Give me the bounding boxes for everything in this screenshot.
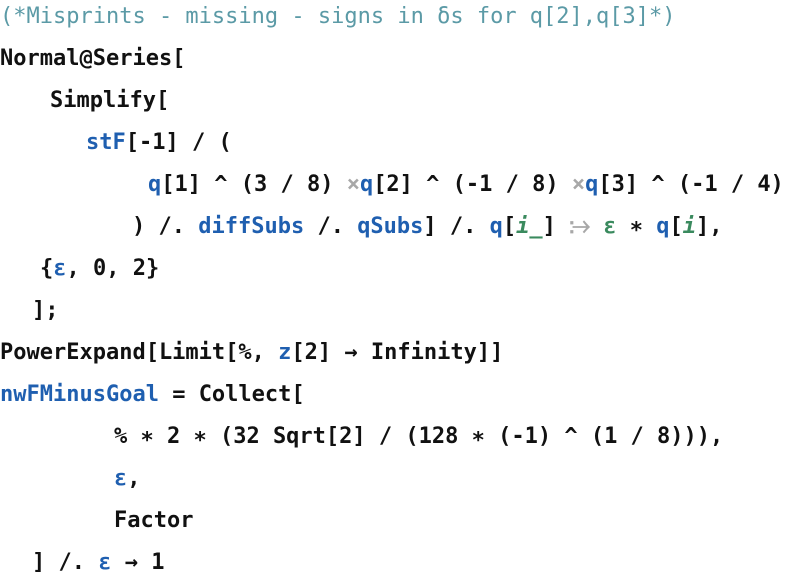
code-text: → 1 <box>111 550 165 575</box>
times-sign: × <box>571 172 586 197</box>
code-line-factor: Factor <box>114 504 193 538</box>
code-line-normal-series: Normal@Series[ <box>0 42 185 76</box>
code-text: ∗ <box>616 214 657 239</box>
code-text: ], <box>696 214 723 239</box>
code-text: [ <box>502 214 517 239</box>
code-text: Factor <box>114 508 194 533</box>
rule-delayed-arrow: ⧴ <box>569 214 591 239</box>
code-text: [2] → Infinity]] <box>291 340 504 365</box>
code-line-expression: % ∗ 2 ∗ (32 Sqrt[2] / (128 ∗ (-1) ^ (1 /… <box>114 420 723 454</box>
code-line-final-rule: ] /. ε → 1 <box>32 546 164 580</box>
code-text: [-1] / ( <box>125 130 232 155</box>
code-line-collect: nwFMinusGoal = Collect[ <box>0 378 305 412</box>
code-text: = Collect[ <box>158 382 305 407</box>
symbol-q: q <box>585 172 599 197</box>
code-line-replacements: ) /. diffSubs /. qSubs] /. q[i_] ⧴ ε ∗ q… <box>132 210 723 244</box>
comment-text: (*Misprints - missing - signs in δs for … <box>0 4 676 29</box>
code-text: /. <box>304 214 358 239</box>
code-line-series-spec: {ε, 0, 2} <box>40 252 159 286</box>
symbol-z: z <box>278 340 292 365</box>
code-line-stf: stF[-1] / ( <box>86 126 232 160</box>
code-text: Normal@Series[ <box>0 46 186 71</box>
times-sign: × <box>346 172 360 197</box>
symbol-q: q <box>489 214 503 239</box>
code-text: ) /. <box>132 214 199 239</box>
symbol-nwFMinusGoal: nwFMinusGoal <box>0 382 159 407</box>
code-line-simplify: Simplify[ <box>50 84 169 118</box>
code-text: Simplify[ <box>50 88 170 113</box>
code-text: [ <box>669 214 683 239</box>
comment-line: (*Misprints - missing - signs in δs for … <box>0 0 676 34</box>
symbol-epsilon: ε <box>603 214 617 239</box>
code-line-q-product: q[1] ^ (3 / 8) ×q[2] ^ (-1 / 8) ×q[3] ^ … <box>148 168 784 202</box>
symbol-q: q <box>148 172 162 197</box>
symbol-epsilon: ε <box>53 256 67 281</box>
code-text: , <box>127 466 141 491</box>
symbol-stF: stF <box>86 130 126 155</box>
code-text: [2] ^ (-1 / 8) <box>373 172 572 197</box>
code-text: , 0, 2} <box>66 256 160 281</box>
code-text: [1] ^ (3 / 8) <box>161 172 347 197</box>
notebook-input-cell[interactable]: (*Misprints - missing - signs in δs for … <box>0 0 806 582</box>
pattern-i: i_ <box>516 214 543 239</box>
symbol-epsilon: ε <box>114 466 128 491</box>
code-text: ] <box>542 214 570 239</box>
code-line-powerexpand: PowerExpand[Limit[%, z[2] → Infinity]] <box>0 336 503 370</box>
code-text: PowerExpand[Limit[%, <box>0 340 279 365</box>
symbol-epsilon: ε <box>98 550 112 575</box>
symbol-qSubs: qSubs <box>357 214 424 239</box>
code-text: ] /. <box>423 214 490 239</box>
pattern-i: i <box>682 214 697 239</box>
code-text: % ∗ 2 ∗ (32 Sqrt[2] / (128 ∗ (-1) ^ (1 /… <box>114 424 724 449</box>
code-line-epsilon: ε, <box>114 462 141 496</box>
code-text: ] /. <box>32 550 99 575</box>
code-text: { <box>40 256 54 281</box>
symbol-q: q <box>656 214 670 239</box>
code-text: [3] ^ (-1 / 4) <box>598 172 784 197</box>
symbol-diffSubs: diffSubs <box>198 214 305 239</box>
code-line-close: ]; <box>32 294 59 328</box>
code-text: ]; <box>32 298 59 323</box>
symbol-q: q <box>359 172 374 197</box>
